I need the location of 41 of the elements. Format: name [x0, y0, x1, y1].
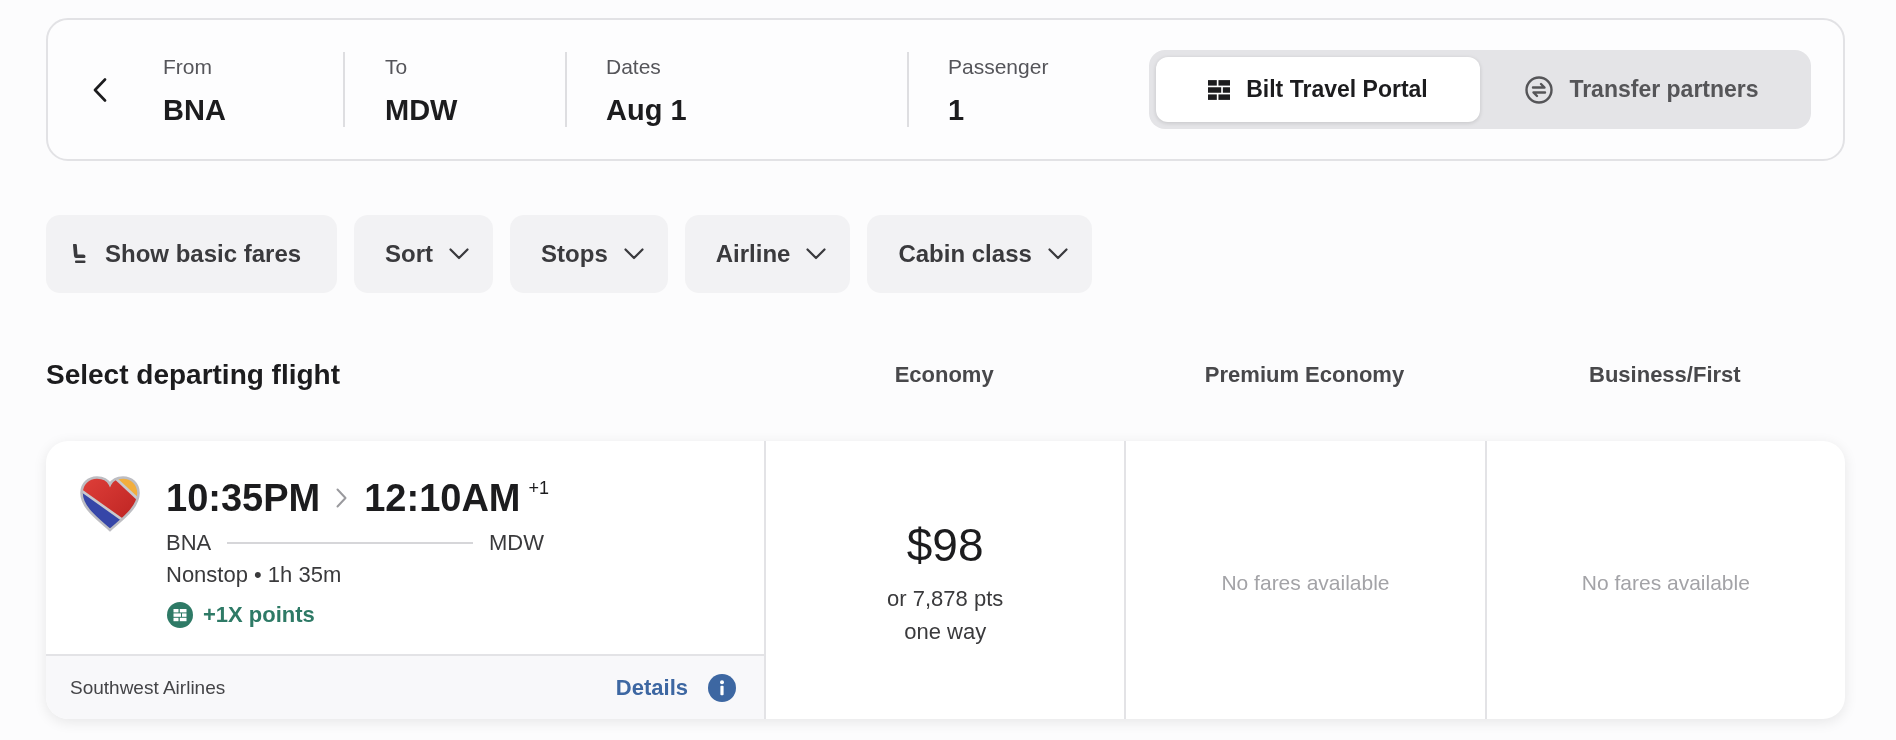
filter-button[interactable]: Show basic fares	[46, 215, 338, 293]
day-offset: +1	[528, 477, 550, 499]
chevron-left-icon	[93, 77, 107, 102]
search-field[interactable]: Passenger 1	[948, 52, 1049, 127]
no-fares-text: No fares available	[1581, 571, 1750, 595]
airport-code: BNA	[166, 529, 212, 557]
airline-name: Southwest Airlines	[70, 676, 226, 699]
no-fares-text: No fares available	[1221, 571, 1390, 595]
fare-note: one way	[904, 618, 987, 646]
chevron-down-icon	[806, 248, 827, 260]
swap-arrows-icon	[1525, 75, 1554, 104]
fare-points: or 7,878 pts	[887, 585, 1004, 613]
filter-dropdown[interactable]: Airline	[684, 215, 851, 293]
filter-dropdown[interactable]: Sort	[354, 215, 494, 293]
section-title: Select departing flight	[46, 358, 341, 392]
seat-icon	[71, 243, 87, 265]
column-header: Economy	[894, 362, 994, 388]
brick-wall-icon	[167, 602, 193, 628]
brick-wall-icon	[1208, 79, 1231, 100]
chevron-down-icon	[1047, 248, 1068, 260]
heart-icon	[79, 475, 141, 533]
airport-code: MDW	[489, 529, 544, 557]
column-header: Premium Economy	[1204, 362, 1405, 388]
flight-summary: Nonstop • 1h 35m	[166, 562, 342, 587]
chevron-right-icon	[336, 488, 348, 508]
search-field[interactable]: To MDW	[385, 52, 458, 127]
filter-dropdown[interactable]: Stops	[510, 215, 668, 293]
details-link[interactable]: Details	[615, 674, 688, 701]
chevron-down-icon	[623, 248, 644, 260]
mode-tab[interactable]: Transfer partners	[1480, 57, 1804, 122]
search-field[interactable]: From BNA	[163, 52, 226, 127]
column-header: Business/First	[1589, 362, 1741, 388]
search-field[interactable]: Dates Aug 1	[606, 52, 687, 127]
fare-price[interactable]: $98	[906, 518, 984, 572]
info-icon[interactable]	[708, 673, 736, 702]
mode-tab[interactable]: Bilt Travel Portal	[1156, 57, 1480, 122]
filter-dropdown[interactable]: Cabin class	[867, 215, 1092, 293]
arrival-time: 12:10AM	[364, 476, 521, 521]
chevron-down-icon	[449, 248, 470, 260]
points-bonus: +1X points	[203, 601, 315, 629]
departure-time: 10:35PM	[166, 476, 321, 521]
